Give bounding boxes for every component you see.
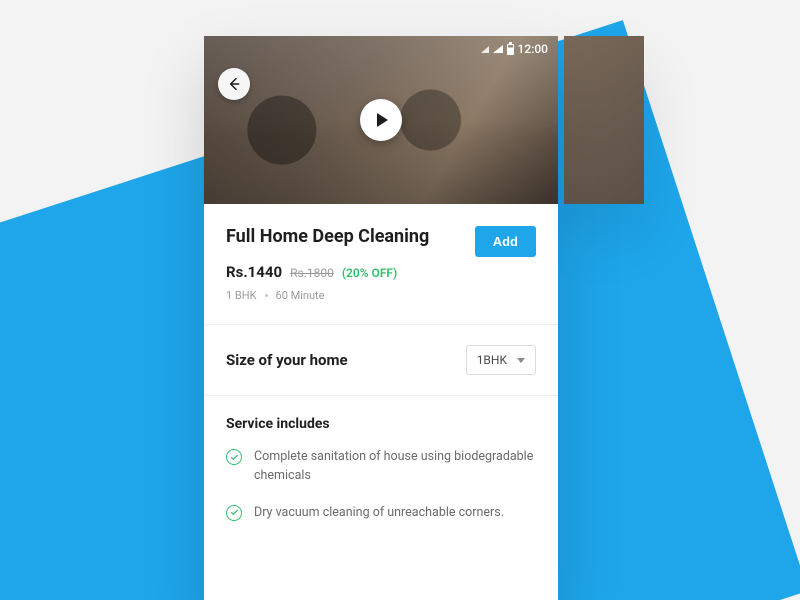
service-meta: 1 BHK 60 Minute	[226, 289, 536, 302]
meta-bhk: 1 BHK	[226, 289, 257, 302]
original-price: Rs.1800	[290, 266, 334, 280]
size-label: Size of your home	[226, 351, 348, 369]
status-bar: 12:00	[481, 42, 548, 56]
adjacent-card-preview	[564, 36, 644, 204]
service-title: Full Home Deep Cleaning	[226, 226, 429, 247]
wifi-icon	[493, 45, 503, 53]
list-item: Complete sanitation of house using biode…	[226, 448, 536, 486]
status-time: 12:00	[518, 42, 548, 56]
list-item: Dry vacuum cleaning of unreachable corne…	[226, 504, 536, 523]
check-circle-icon	[226, 505, 242, 521]
hero-image: 12:00	[204, 36, 558, 204]
phone-screen: 12:00 Full Home Deep Cleaning Add Rs.144…	[204, 36, 558, 600]
includes-title: Service includes	[226, 416, 536, 432]
battery-icon	[507, 44, 514, 55]
current-price: Rs.1440	[226, 263, 282, 281]
back-button[interactable]	[218, 68, 250, 100]
service-header: Full Home Deep Cleaning Add Rs.1440 Rs.1…	[204, 204, 558, 325]
signal-icon	[481, 46, 489, 53]
check-circle-icon	[226, 449, 242, 465]
include-text: Complete sanitation of house using biode…	[254, 448, 536, 486]
include-text: Dry vacuum cleaning of unreachable corne…	[254, 504, 504, 523]
size-select[interactable]: 1BHK	[466, 345, 536, 375]
discount-badge: (20% OFF)	[342, 266, 397, 280]
arrow-left-icon	[226, 76, 242, 92]
size-section: Size of your home 1BHK	[204, 325, 558, 395]
play-button[interactable]	[360, 99, 402, 141]
chevron-down-icon	[517, 358, 525, 363]
includes-section: Service includes Complete sanitation of …	[204, 396, 558, 560]
size-selected-value: 1BHK	[477, 353, 507, 367]
meta-duration: 60 Minute	[276, 289, 325, 302]
add-button[interactable]: Add	[475, 226, 536, 257]
price-row: Rs.1440 Rs.1800 (20% OFF)	[226, 263, 536, 281]
meta-separator	[265, 294, 268, 297]
